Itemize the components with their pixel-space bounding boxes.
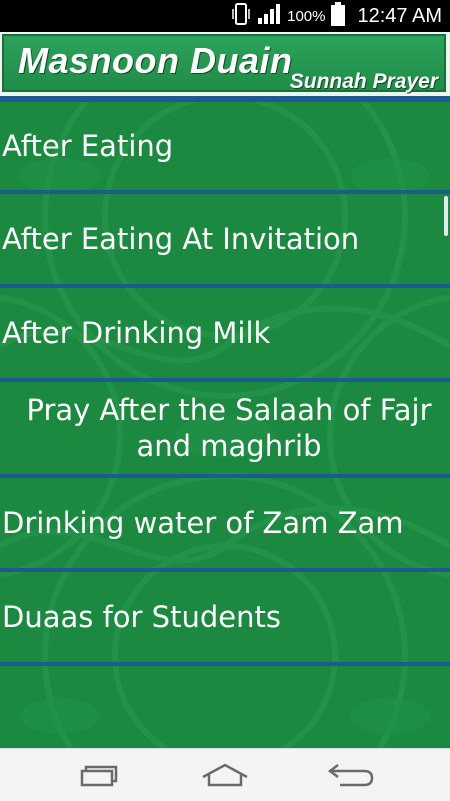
list-item[interactable]: Pray After the Salaah of Fajr and maghri… bbox=[0, 382, 450, 474]
scrollbar[interactable] bbox=[444, 196, 448, 236]
title-banner: Masnoon Duain Sunnah Prayer bbox=[2, 34, 446, 93]
navigation-bar bbox=[0, 748, 450, 801]
app-header: Masnoon Duain Sunnah Prayer bbox=[0, 32, 450, 96]
home-icon[interactable] bbox=[195, 759, 255, 791]
list-item-label: Drinking water of Zam Zam bbox=[2, 506, 404, 540]
list-item-label: Pray After the Salaah of Fajr and maghri… bbox=[26, 393, 432, 463]
status-bar: 100% 12:47 AM bbox=[0, 0, 450, 32]
app-subtitle: Sunnah Prayer bbox=[289, 70, 438, 93]
vibrate-icon bbox=[231, 2, 251, 30]
list-item-label: After Eating bbox=[2, 129, 174, 163]
list-item[interactable]: Drinking water of Zam Zam bbox=[0, 478, 450, 568]
list-item[interactable]: Duaas for Students bbox=[0, 572, 450, 662]
list-item[interactable]: After Drinking Milk bbox=[0, 288, 450, 378]
battery-icon bbox=[331, 2, 346, 30]
list-divider bbox=[0, 662, 450, 666]
list-item-label: After Eating At Invitation bbox=[2, 222, 360, 256]
status-time: 12:47 AM bbox=[357, 4, 442, 27]
back-icon[interactable] bbox=[318, 759, 378, 791]
dua-list-container: After Eating After Eating At Invitation … bbox=[0, 96, 450, 748]
battery-percent: 100% bbox=[287, 7, 326, 25]
app-title: Masnoon Duain bbox=[18, 40, 293, 81]
list-item[interactable]: After Eating bbox=[0, 102, 450, 190]
list-item-label: Duaas for Students bbox=[2, 600, 281, 634]
recent-apps-icon[interactable] bbox=[72, 759, 132, 791]
dua-list: After Eating After Eating At Invitation … bbox=[0, 96, 450, 666]
list-item[interactable]: After Eating At Invitation bbox=[0, 194, 450, 284]
signal-icon bbox=[257, 2, 281, 30]
list-item-label: After Drinking Milk bbox=[2, 316, 271, 350]
